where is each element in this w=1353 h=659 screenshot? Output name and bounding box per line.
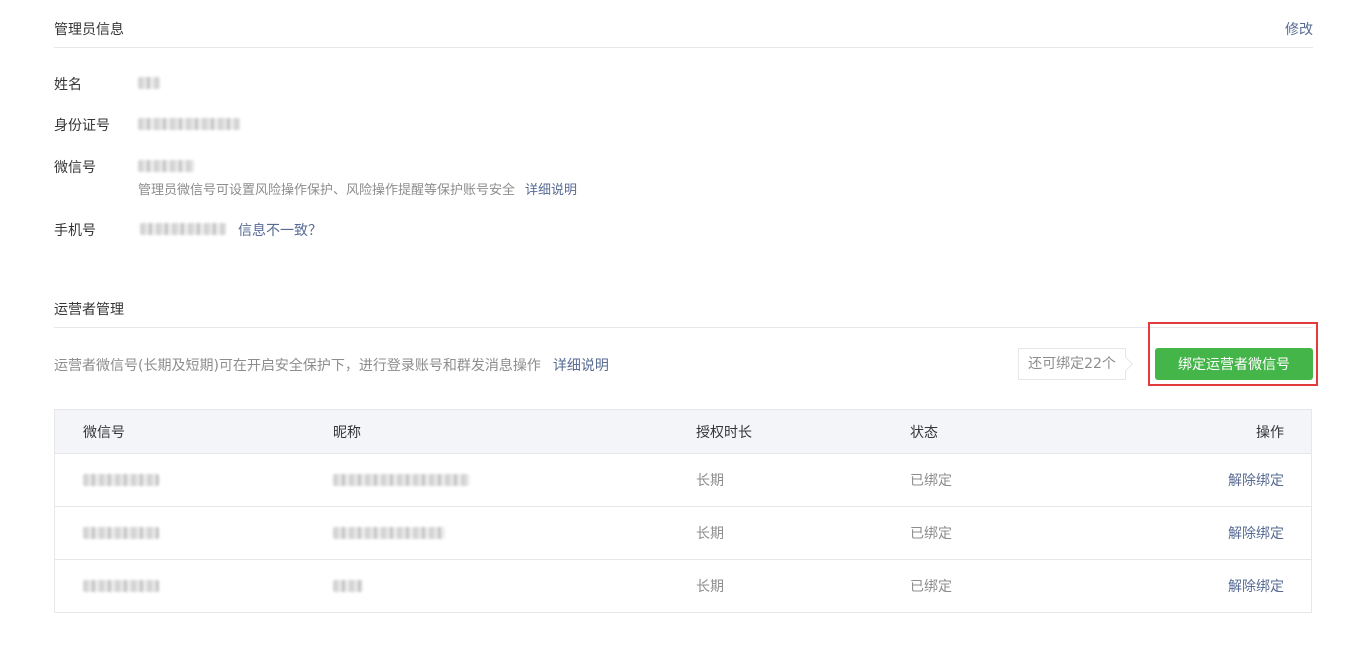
operator-description: 运营者微信号(长期及短期)可在开启安全保护下，进行登录账号和群发消息操作 详细说明 [54, 355, 609, 375]
duration-cell: 长期 [696, 453, 910, 507]
name-label: 姓名 [54, 77, 82, 93]
nickname-cell [333, 560, 696, 613]
nickname-redacted [333, 580, 363, 592]
header-duration: 授权时长 [696, 409, 910, 454]
nickname-cell [333, 453, 696, 507]
wechat-tip: 管理员微信号可设置风险操作保护、风险操作提醒等保护账号安全 详细说明 [138, 179, 577, 198]
operator-detail-link[interactable]: 详细说明 [553, 358, 609, 374]
table-row: 长期 已绑定 解除绑定 [54, 506, 1312, 560]
wechat-id-cell [54, 453, 333, 507]
operator-management-title: 运营者管理 [54, 302, 124, 318]
wechat-id-redacted [83, 527, 159, 539]
table-row: 长期 已绑定 解除绑定 [54, 453, 1312, 507]
operator-table: 微信号 昵称 授权时长 状态 操作 长期 已绑定 解除绑定 长期 已绑定 解除绑… [54, 409, 1312, 613]
id-number-value-redacted [138, 118, 240, 130]
info-mismatch-link[interactable]: 信息不一致？ [238, 220, 322, 240]
bind-quota-tooltip: 还可绑定22个 [1018, 348, 1126, 380]
header-wechat-id: 微信号 [54, 409, 333, 454]
operator-divider [54, 327, 1313, 328]
name-value-redacted [138, 77, 160, 89]
wechat-tip-detail-link[interactable]: 详细说明 [525, 183, 577, 198]
admin-info-title: 管理员信息 [54, 22, 124, 38]
header-nickname: 昵称 [333, 409, 696, 454]
status-cell: 已绑定 [910, 579, 952, 595]
nickname-cell [333, 506, 696, 560]
phone-label: 手机号 [54, 223, 96, 239]
bind-operator-button[interactable]: 绑定运营者微信号 [1155, 348, 1313, 380]
nickname-redacted [333, 474, 469, 486]
wechat-id-redacted [83, 580, 159, 592]
nickname-redacted [333, 527, 445, 539]
duration-cell: 长期 [696, 506, 910, 560]
table-header-row: 微信号 昵称 授权时长 状态 操作 [54, 409, 1312, 454]
admin-info-divider [54, 47, 1313, 48]
duration-cell: 长期 [696, 579, 724, 595]
wechat-id-label: 微信号 [54, 160, 96, 176]
wechat-id-value-redacted [138, 160, 194, 172]
wechat-tip-text: 管理员微信号可设置风险操作保护、风险操作提醒等保护账号安全 [138, 183, 516, 198]
edit-admin-link[interactable]: 修改 [1285, 19, 1313, 39]
status-cell: 已绑定 [910, 453, 1045, 507]
header-action: 操作 [1044, 409, 1312, 454]
unbind-link[interactable]: 解除绑定 [1228, 579, 1284, 595]
table-row: 长期 已绑定 解除绑定 [55, 560, 1312, 613]
status-cell: 已绑定 [910, 506, 1045, 560]
id-number-label: 身份证号 [54, 118, 110, 134]
wechat-id-cell [54, 506, 333, 560]
phone-value-redacted [140, 223, 226, 235]
wechat-id-cell [55, 560, 334, 613]
operator-description-text: 运营者微信号(长期及短期)可在开启安全保护下，进行登录账号和群发消息操作 [54, 358, 541, 374]
unbind-link[interactable]: 解除绑定 [1228, 473, 1284, 489]
header-status: 状态 [910, 409, 1045, 454]
wechat-id-redacted [83, 474, 159, 486]
unbind-link[interactable]: 解除绑定 [1228, 526, 1284, 542]
